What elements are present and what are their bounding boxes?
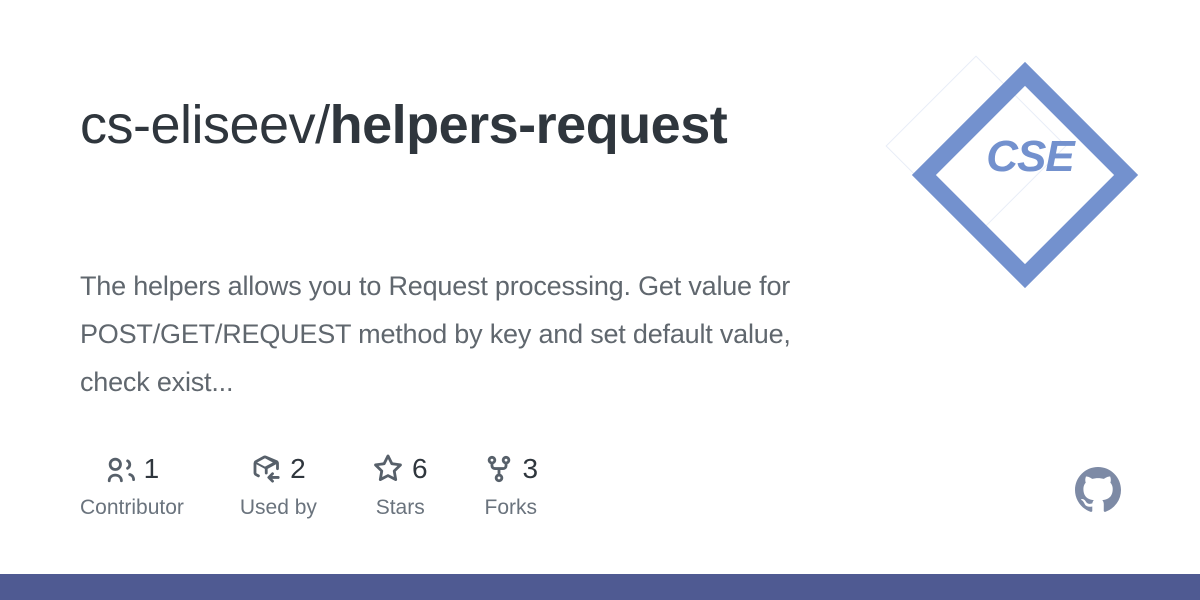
- stat-value: 3: [522, 453, 539, 484]
- stat-label: Contributor: [80, 496, 184, 519]
- people-icon: [105, 454, 135, 484]
- stat-top-row: 1: [105, 452, 160, 486]
- repository-stats: 1 Contributor 2 Used by 6 Stars 3 Forks: [80, 452, 594, 520]
- stat-contributors: 1 Contributor: [80, 452, 184, 520]
- stat-top-row: 3: [484, 452, 539, 486]
- fork-icon: [484, 454, 514, 484]
- star-icon: [373, 454, 403, 484]
- stat-value: 6: [411, 453, 428, 484]
- package-icon: [251, 454, 281, 484]
- cse-logo: CSE: [885, 55, 1139, 289]
- stat-used-by: 2 Used by: [240, 452, 317, 520]
- stat-value: 1: [143, 453, 160, 484]
- repository-description: The helpers allows you to Request proces…: [80, 271, 791, 397]
- stat-forks: 3 Forks: [484, 452, 539, 520]
- stat-value: 2: [290, 453, 306, 484]
- stat-top-row: 6: [373, 452, 428, 486]
- stat-top-row: 2: [251, 452, 306, 486]
- stat-label: Forks: [484, 496, 538, 519]
- repository-name: helpers-request: [329, 95, 728, 155]
- stat-label: Stars: [375, 496, 425, 519]
- stat-label: Used by: [239, 496, 317, 519]
- repository-title: cs-eliseev/helpers-request: [80, 90, 870, 160]
- repository-social-card: CSE cs-eliseev/helpers-request The helpe…: [0, 0, 1200, 600]
- repository-owner: cs-eliseev/: [80, 95, 330, 155]
- logo-text: CSE: [986, 132, 1074, 181]
- stat-stars: 6 Stars: [373, 452, 428, 520]
- bottom-accent-band: [0, 574, 1200, 600]
- github-mark-icon: [1075, 467, 1121, 513]
